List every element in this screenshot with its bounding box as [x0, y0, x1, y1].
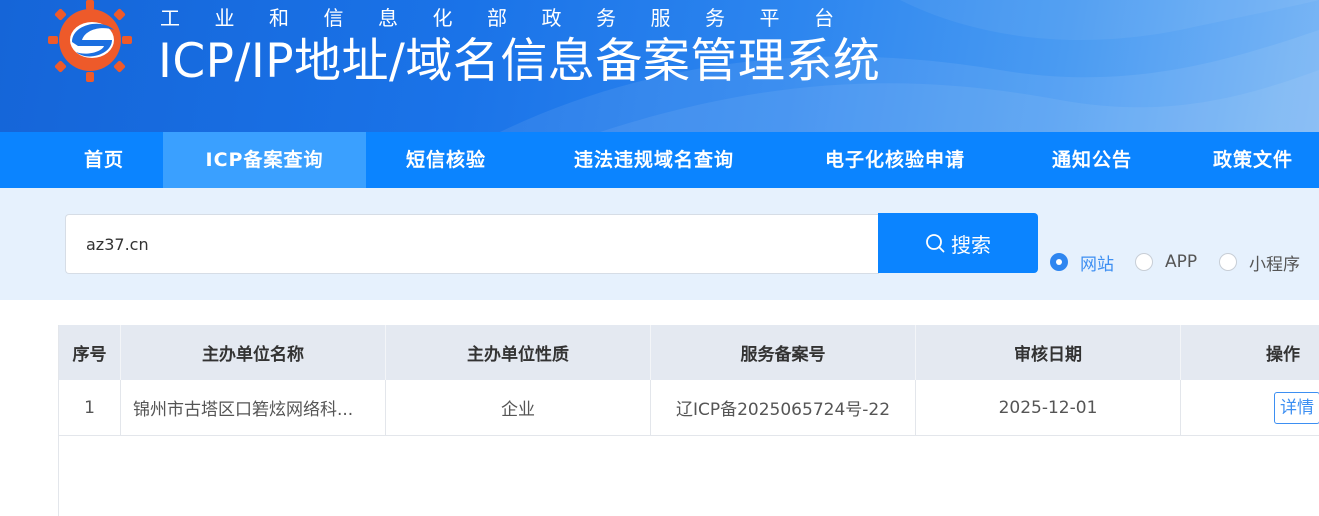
nav-item-notices[interactable]: 通知公告 [1022, 132, 1162, 188]
radio-website[interactable]: 网站 [1050, 250, 1114, 275]
detail-button[interactable]: 详情 [1274, 391, 1319, 424]
results-table: 序号 主办单位名称 主办单位性质 服务备案号 审核日期 操作 1 锦州市古塔区口… [58, 325, 1319, 516]
header-banner: 工业和信息化部政务服务平台 ICP/IP地址/域名信息备案管理系统 [0, 0, 1319, 132]
nav-item-illegal-domain-query[interactable]: 违法违规域名查询 [538, 132, 770, 188]
column-header-record-no: 服务备案号 [651, 325, 916, 380]
column-header-org-type: 主办单位性质 [386, 325, 651, 380]
search-button-label: 搜索 [951, 232, 991, 257]
table-header: 序号 主办单位名称 主办单位性质 服务备案号 审核日期 操作 [59, 325, 1319, 380]
search-icon [926, 234, 945, 253]
miit-gear-logo-icon [48, 0, 132, 82]
radio-mini-program[interactable]: 小程序 [1219, 250, 1300, 275]
cell-review-date: 2025-12-01 [916, 380, 1181, 435]
system-title: ICP/IP地址/域名信息备案管理系统 [158, 34, 881, 89]
cell-index: 1 [59, 380, 121, 435]
column-header-action: 操作 [1266, 345, 1300, 365]
cell-org-name: 锦州市古塔区口箬炫网络科... [121, 380, 386, 435]
main-nav: 首页 ICP备案查询 短信核验 违法违规域名查询 电子化核验申请 通知公告 政策… [0, 132, 1319, 188]
table-row: 1 锦州市古塔区口箬炫网络科... 企业 辽ICP备2025065724号-22… [59, 380, 1319, 436]
nav-item-e-verify-apply[interactable]: 电子化核验申请 [790, 132, 1000, 188]
column-header-review-date: 审核日期 [916, 325, 1181, 380]
radio-unchecked-icon [1219, 253, 1237, 271]
radio-app[interactable]: APP [1135, 250, 1197, 274]
column-header-org-name: 主办单位名称 [121, 325, 386, 380]
nav-item-policy-docs[interactable]: 政策文件 [1180, 132, 1319, 188]
cell-record-no: 辽ICP备2025065724号-22 [651, 380, 916, 435]
radio-app-label: APP [1165, 252, 1198, 272]
nav-item-sms-verify[interactable]: 短信核验 [372, 132, 520, 188]
radio-checked-icon [1050, 253, 1068, 271]
radio-website-label: 网站 [1080, 254, 1114, 275]
ministry-subtitle: 工业和信息化部政务服务平台 [160, 5, 834, 30]
cell-action: 详情 [1181, 380, 1319, 435]
radio-mini-program-label: 小程序 [1249, 254, 1300, 275]
search-area: 搜索 网站 APP 小程序 [0, 188, 1319, 300]
radio-unchecked-icon [1135, 253, 1153, 271]
column-header-index: 序号 [59, 325, 121, 380]
search-button[interactable]: 搜索 [878, 213, 1038, 273]
nav-item-home[interactable]: 首页 [46, 132, 162, 188]
search-input[interactable] [65, 214, 879, 274]
cell-org-type: 企业 [386, 380, 651, 435]
nav-item-icp-query[interactable]: ICP备案查询 [163, 132, 366, 188]
